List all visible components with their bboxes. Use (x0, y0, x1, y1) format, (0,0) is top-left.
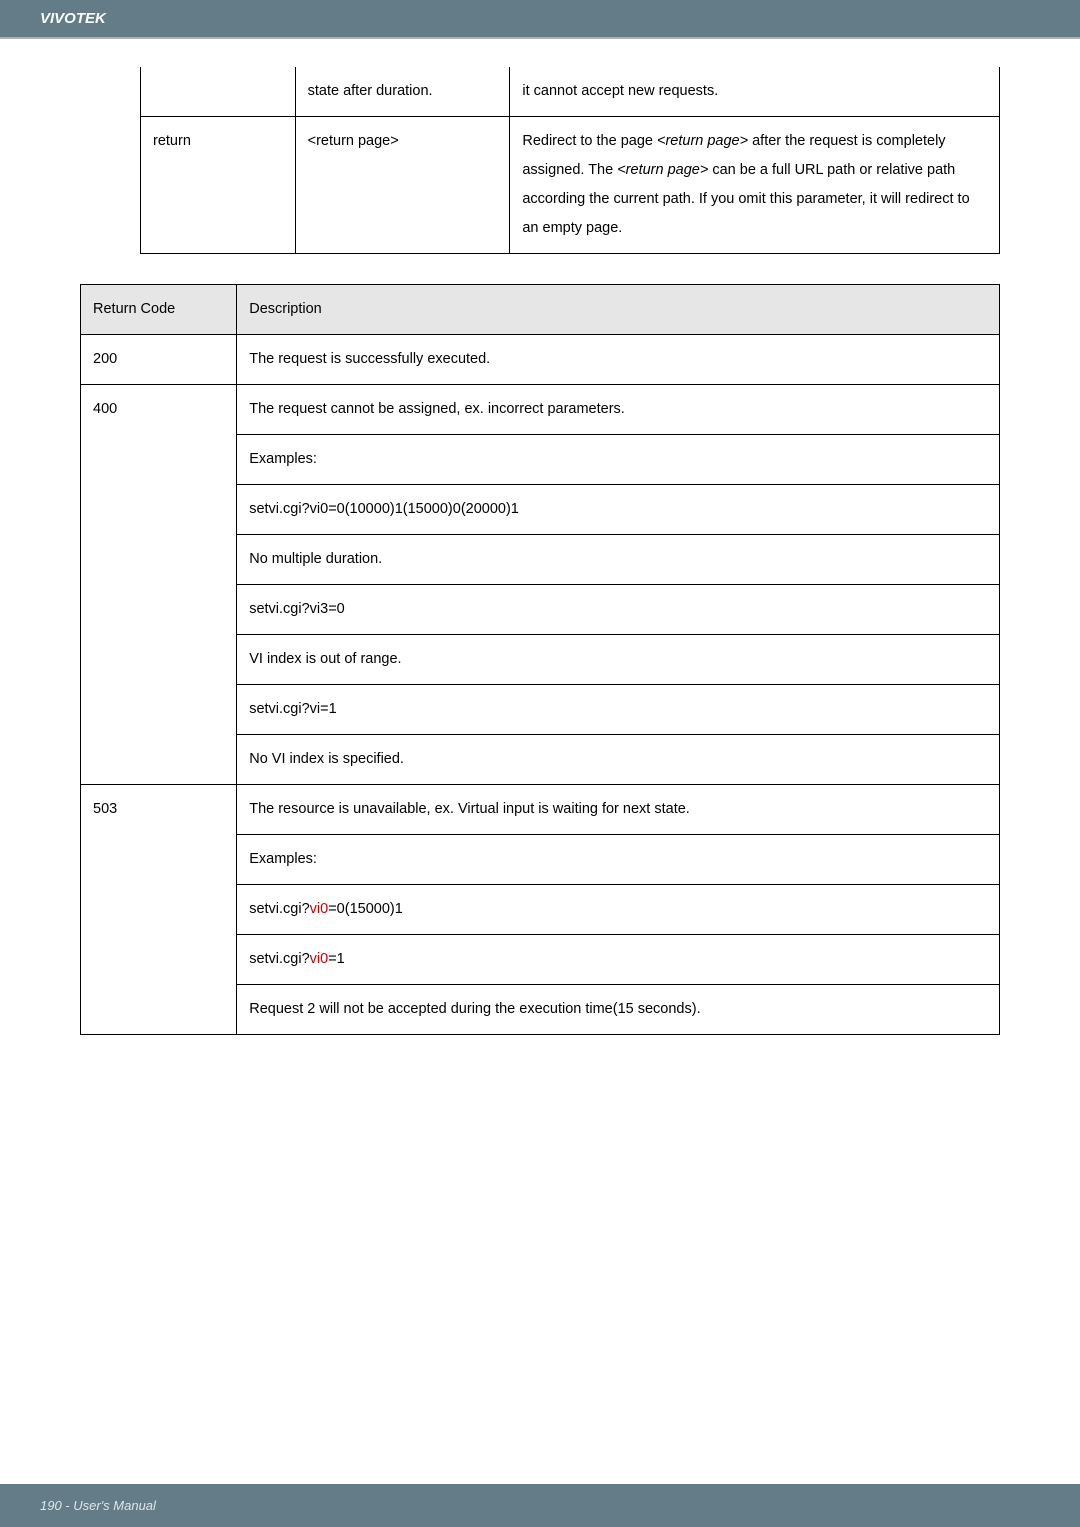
table-row: 200 The request is successfully executed… (81, 335, 1000, 385)
table-row: setvi.cgi?vi0=0(10000)1(15000)0(20000)1 (81, 485, 1000, 535)
table-row: Examples: (81, 435, 1000, 485)
desc-text: Redirect to the page (522, 133, 657, 149)
desc-text: setvi.cgi? (249, 901, 309, 917)
desc-cell: setvi.cgi?vi0=0(10000)1(15000)0(20000)1 (237, 485, 1000, 535)
table-row: No VI index is specified. (81, 735, 1000, 785)
code-cell: 200 (81, 335, 237, 385)
table-row: setvi.cgi?vi=1 (81, 685, 1000, 735)
desc-cell: The resource is unavailable, ex. Virtual… (237, 785, 1000, 835)
desc-text: =1 (328, 951, 345, 967)
parameter-table: state after duration. it cannot accept n… (140, 67, 1000, 254)
page-content: state after duration. it cannot accept n… (0, 67, 1080, 1035)
desc-cell: Examples: (237, 835, 1000, 885)
desc-italic: <return page> (657, 133, 748, 149)
table-row: 400 The request cannot be assigned, ex. … (81, 385, 1000, 435)
code-cell-empty (81, 935, 237, 985)
table-row: 503 The resource is unavailable, ex. Vir… (81, 785, 1000, 835)
code-cell-empty (81, 485, 237, 535)
code-cell: 400 (81, 385, 237, 435)
desc-text: =0(15000)1 (328, 901, 403, 917)
return-code-table: Return Code Description 200 The request … (80, 284, 1000, 1035)
table-row: setvi.cgi?vi3=0 (81, 585, 1000, 635)
desc-cell: setvi.cgi?vi0=1 (237, 935, 1000, 985)
param-desc-cell: Redirect to the page <return page> after… (510, 117, 1000, 254)
desc-red: vi0 (310, 901, 329, 917)
code-cell-empty (81, 985, 237, 1035)
table-header-row: Return Code Description (81, 285, 1000, 335)
code-cell-empty (81, 835, 237, 885)
desc-cell: Examples: (237, 435, 1000, 485)
table-row: No multiple duration. (81, 535, 1000, 585)
desc-cell: The request cannot be assigned, ex. inco… (237, 385, 1000, 435)
desc-text: setvi.cgi? (249, 951, 309, 967)
table-row: return <return page> Redirect to the pag… (141, 117, 1000, 254)
desc-cell: setvi.cgi?vi3=0 (237, 585, 1000, 635)
desc-red: vi0 (310, 951, 329, 967)
table-row: Request 2 will not be accepted during th… (81, 985, 1000, 1035)
header-description: Description (237, 285, 1000, 335)
desc-cell: VI index is out of range. (237, 635, 1000, 685)
header-divider (0, 37, 1080, 39)
desc-italic: <return page> (617, 162, 708, 178)
param-value-cell: <return page> (295, 117, 510, 254)
desc-cell: setvi.cgi?vi=1 (237, 685, 1000, 735)
desc-cell: No VI index is specified. (237, 735, 1000, 785)
code-cell-empty (81, 585, 237, 635)
param-name-cell (141, 67, 296, 117)
table-row: setvi.cgi?vi0=0(15000)1 (81, 885, 1000, 935)
param-name-cell: return (141, 117, 296, 254)
code-cell-empty (81, 685, 237, 735)
page-header: VIVOTEK (0, 0, 1080, 37)
code-cell-empty (81, 435, 237, 485)
desc-cell: No multiple duration. (237, 535, 1000, 585)
param-value-cell: state after duration. (295, 67, 510, 117)
brand-text: VIVOTEK (40, 10, 106, 27)
table-row: VI index is out of range. (81, 635, 1000, 685)
param-desc-cell: it cannot accept new requests. (510, 67, 1000, 117)
desc-cell: Request 2 will not be accepted during th… (237, 985, 1000, 1035)
code-cell-empty (81, 885, 237, 935)
table-row: state after duration. it cannot accept n… (141, 67, 1000, 117)
footer-text: 190 - User's Manual (40, 1498, 156, 1513)
table-row: Examples: (81, 835, 1000, 885)
desc-cell: The request is successfully executed. (237, 335, 1000, 385)
header-return-code: Return Code (81, 285, 237, 335)
page-footer: 190 - User's Manual (0, 1484, 1080, 1527)
desc-cell: setvi.cgi?vi0=0(15000)1 (237, 885, 1000, 935)
code-cell-empty (81, 635, 237, 685)
code-cell-empty (81, 535, 237, 585)
code-cell: 503 (81, 785, 237, 835)
code-cell-empty (81, 735, 237, 785)
table-row: setvi.cgi?vi0=1 (81, 935, 1000, 985)
